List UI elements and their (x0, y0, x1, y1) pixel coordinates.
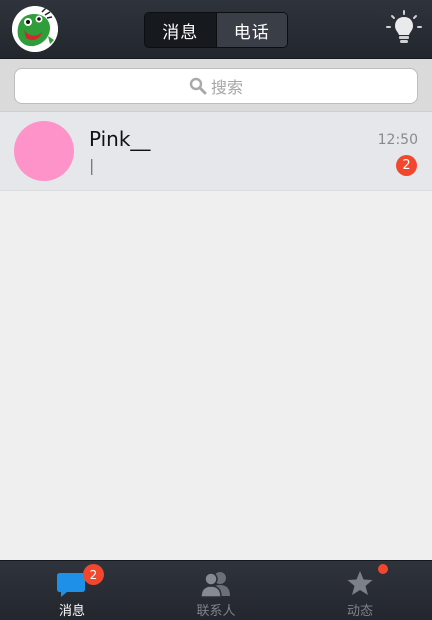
my-avatar[interactable] (12, 6, 58, 52)
message-preview: | (89, 156, 95, 175)
header-segmented-control: 消息 电话 (144, 12, 288, 48)
app-root: 消息 电话 搜索 Pink__ | 12:50 2 2 消息 联系人 动态 (0, 0, 432, 620)
contact-avatar[interactable] (14, 121, 74, 181)
new-activity-dot (378, 564, 388, 574)
tab-label-messages: 消息 (58, 604, 85, 619)
frog-avatar-icon (12, 6, 58, 52)
star-icon (347, 571, 373, 595)
conversation-item[interactable]: Pink__ | 12:50 2 (0, 112, 432, 191)
bottom-tab-bar: 2 消息 联系人 动态 (0, 560, 432, 620)
tab-label-moments: 动态 (346, 604, 373, 619)
bottom-tab-contacts[interactable]: 联系人 (144, 561, 288, 620)
search-icon (189, 77, 207, 95)
search-input[interactable]: 搜索 (14, 68, 418, 104)
bottom-tab-messages[interactable]: 2 消息 (0, 561, 144, 620)
tab-unread-badge: 2 (83, 564, 104, 585)
message-time: 12:50 (377, 132, 418, 148)
lightbulb-button[interactable] (386, 10, 422, 46)
contact-name: Pink__ (89, 127, 151, 151)
search-placeholder: 搜索 (210, 78, 243, 97)
tab-label-contacts: 联系人 (196, 604, 236, 619)
lightbulb-icon (386, 10, 422, 43)
unread-badge: 2 (396, 155, 417, 176)
tab-calls[interactable]: 电话 (215, 13, 287, 47)
tab-messages[interactable]: 消息 (145, 13, 216, 47)
top-bar: 消息 电话 (0, 0, 432, 59)
bottom-tab-moments[interactable]: 动态 (288, 561, 432, 620)
contacts-icon (200, 572, 230, 598)
search-bar-container: 搜索 (0, 59, 432, 112)
